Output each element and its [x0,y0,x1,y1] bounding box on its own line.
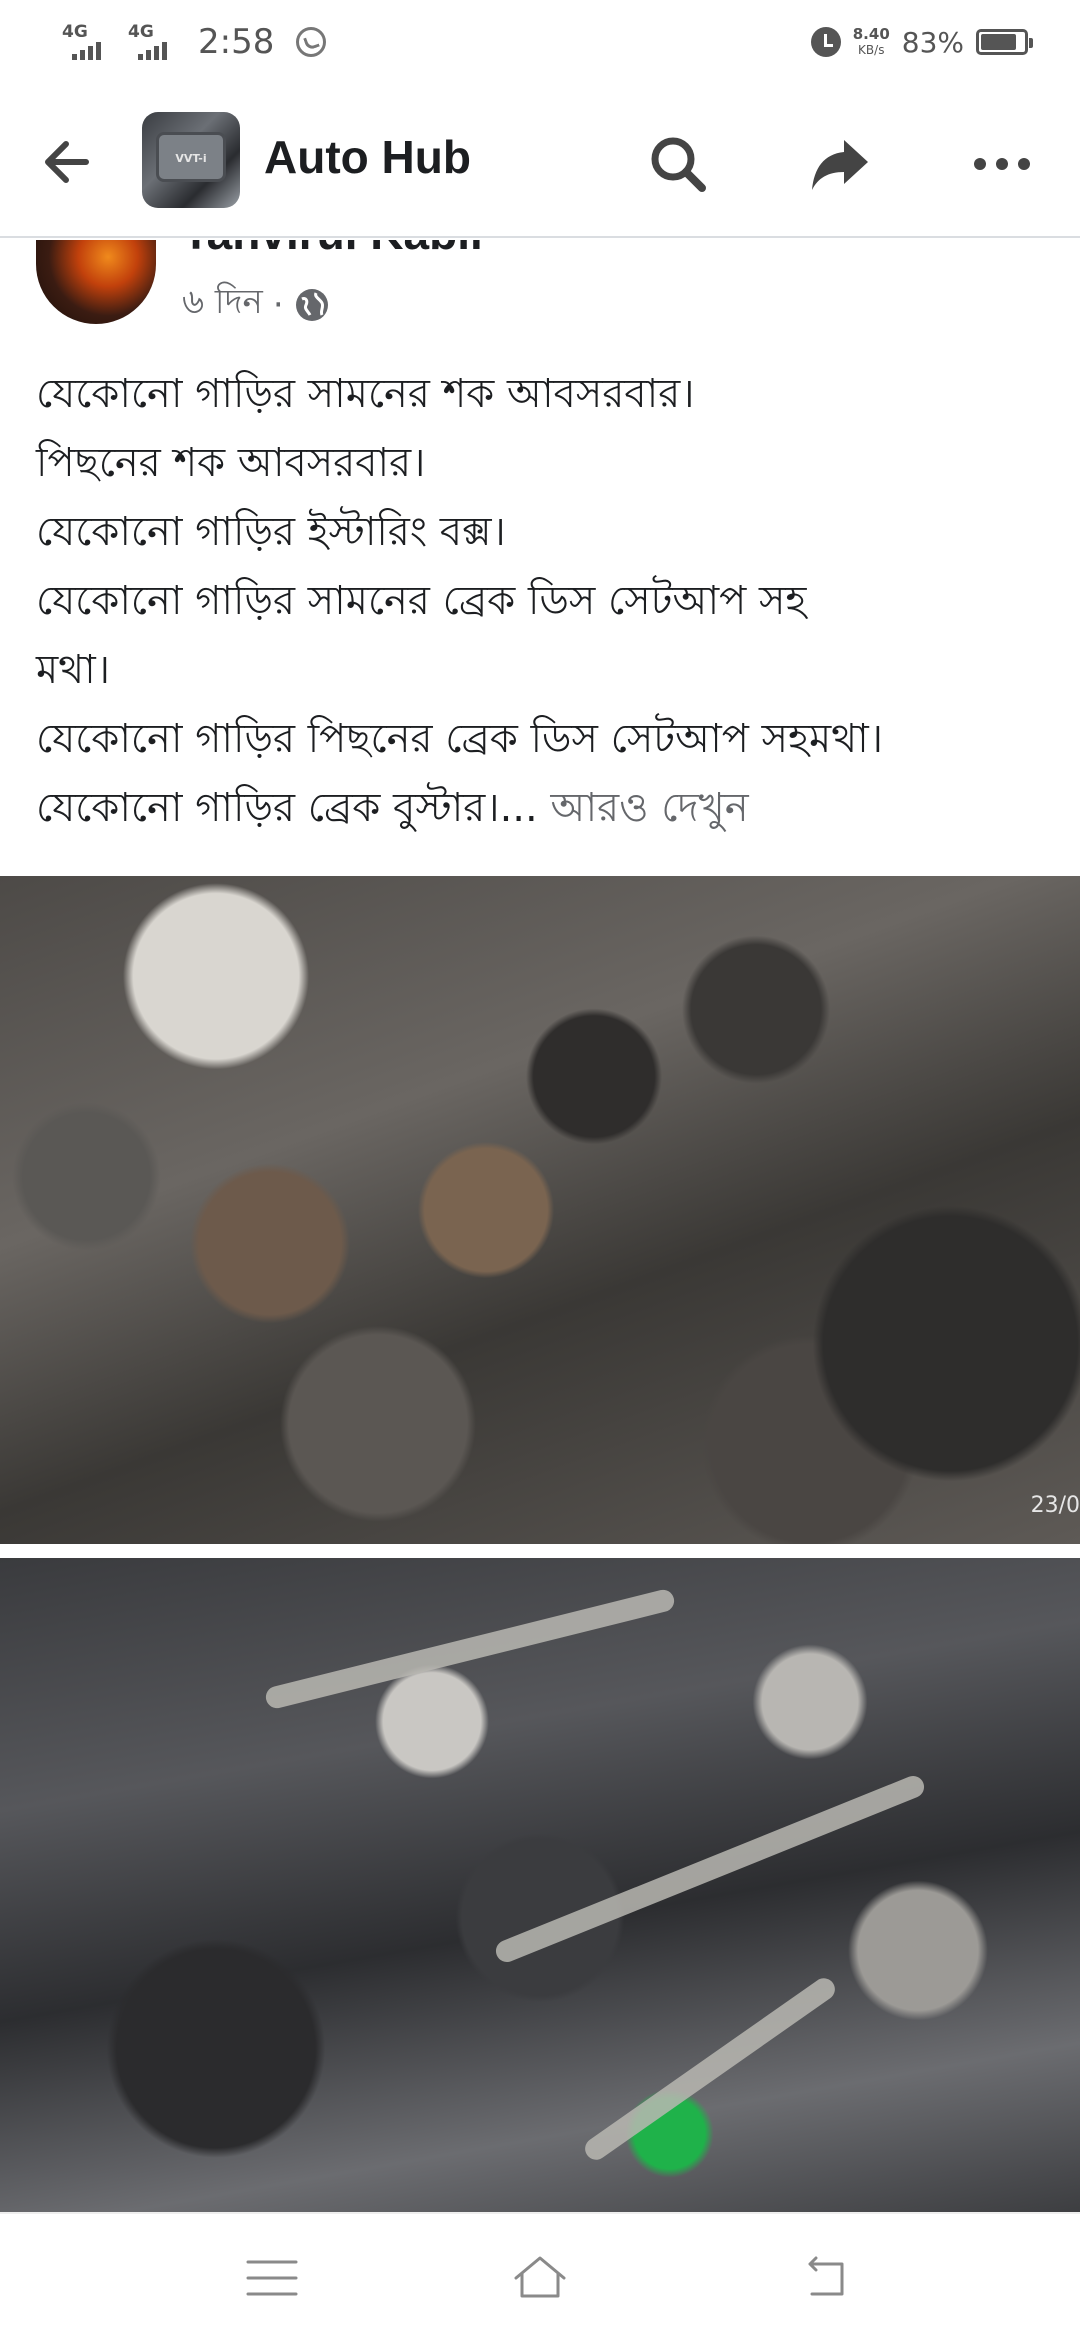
meta-separator: · [272,284,284,325]
recent-apps-button[interactable] [232,2238,312,2318]
back-nav-button[interactable] [784,2238,864,2318]
photo-detail [263,1587,677,1711]
speed-value: 8.40 [852,25,890,43]
post-line: যেকোনো গাড়ির ইস্টারিং বক্স। [36,509,506,555]
group-header: VVT-i Auto Hub [0,84,1080,238]
network-type-2: 4G [128,22,154,42]
home-button[interactable] [500,2238,580,2318]
search-button[interactable] [638,124,718,204]
post-line: যেকোনো গাড়ির সামনের শক আবসরবার। [36,371,695,417]
photo-detail [580,1973,840,2165]
post-line: পিছনের শক আবসরবার। [36,440,426,486]
group-avatar[interactable]: VVT-i [142,112,240,208]
system-nav-bar [0,2212,1080,2340]
author-name[interactable]: Tanvirul Kabir [182,240,488,260]
signal-1: 4G [62,22,118,62]
battery-icon [976,29,1033,55]
author-avatar[interactable] [36,240,156,324]
photo-tag: 23/0 [1030,1493,1080,1518]
whatsapp-icon [296,27,327,57]
post-photo-1[interactable]: 23/0 [0,876,1080,1544]
more-icon [974,158,1030,170]
post-line: যেকোনো গাড়ির পিছনের ব্রেক ডিস সেটআপ সহম… [36,716,884,762]
back-icon [808,2256,844,2296]
alarm-icon [810,27,841,57]
post-text: যেকোনো গাড়ির সামনের শক আবসরবার। পিছনের … [36,360,1056,843]
group-name[interactable]: Auto Hub [264,130,471,184]
clock: 2:58 [198,22,275,62]
post-line: মথা। [36,647,111,693]
post-time[interactable]: ৬ দিন [182,276,263,333]
status-right: 8.40 KB/s 83% [810,18,1033,66]
network-type-1: 4G [62,22,88,42]
share-button[interactable] [800,124,880,204]
battery-percent: 83% [901,25,964,59]
back-arrow-icon [45,141,89,183]
post-photo-2[interactable] [0,1558,1080,2212]
post-meta: ৬ দিন · [182,276,330,333]
status-bar: 4G 4G 2:58 8.40 KB/s 83% [0,0,1080,84]
globe-icon [294,287,330,323]
home-icon [514,2256,566,2298]
signal-bars-icon [138,42,167,60]
signal-2: 4G [128,22,184,62]
network-speed: 8.40 KB/s [853,26,890,58]
post-line: যেকোনো গাড়ির সামনের ব্রেক ডিস সেটআপ সহ [36,578,807,624]
status-left: 4G 4G 2:58 [62,18,327,66]
search-icon [651,137,706,192]
photo-divider [0,1544,1080,1558]
post-line-last: যেকোনো গাড়ির ব্রেক বুস্টার।... আরও দেখু… [36,774,1056,843]
back-button[interactable] [30,126,102,198]
see-more-link[interactable]: আরও দেখুন [550,785,748,831]
speed-unit: KB/s [858,43,885,57]
avatar-text: VVT-i [175,152,207,165]
post: Tanvirul Kabir ৬ দিন · যেকোনো গাড়ির সাম… [0,240,1080,880]
share-icon [812,140,868,190]
post-line: যেকোনো গাড়ির ব্রেক বুস্টার।... [36,785,538,831]
signal-bars-icon [72,42,101,60]
more-button[interactable] [962,124,1042,204]
photo-detail [492,1772,928,1966]
menu-icon [246,2260,298,2296]
